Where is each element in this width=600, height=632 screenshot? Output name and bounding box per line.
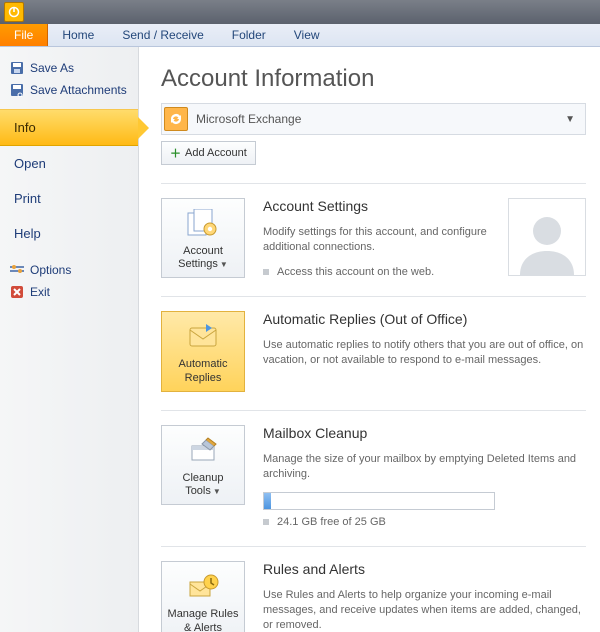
- sidebar-options[interactable]: Options: [0, 259, 138, 281]
- add-account-button[interactable]: ＋ Add Account: [161, 141, 256, 165]
- cleanup-tools-button[interactable]: Cleanup Tools▼: [161, 425, 245, 505]
- bullet-icon: [263, 269, 269, 275]
- sidebar-info[interactable]: Info: [0, 109, 138, 146]
- section-automatic-replies: Automatic Replies Automatic Replies (Out…: [161, 296, 586, 391]
- section-title: Rules and Alerts: [263, 561, 586, 577]
- section-desc: Use Rules and Alerts to help organize yo…: [263, 588, 586, 632]
- automatic-replies-icon: [164, 320, 242, 354]
- plus-icon: ＋: [170, 145, 181, 161]
- sidebar-help[interactable]: Help: [0, 216, 138, 251]
- backstage-sidebar: Save As Save Attachments Info Open Print…: [0, 47, 139, 632]
- section-rules-alerts: Manage Rules & Alerts Rules and Alerts U…: [161, 546, 586, 632]
- sidebar-open[interactable]: Open: [0, 146, 138, 181]
- chevron-down-icon: ▼: [565, 114, 579, 125]
- storage-text: 24.1 GB free of 25 GB: [277, 516, 386, 528]
- section-mailbox-cleanup: Cleanup Tools▼ Mailbox Cleanup Manage th…: [161, 410, 586, 529]
- sidebar-label: Save As: [30, 61, 74, 75]
- sidebar-save-attachments[interactable]: Save Attachments: [0, 79, 138, 101]
- big-btn-label: Manage Rules & Alerts: [168, 608, 239, 632]
- big-btn-label: Account Settings: [178, 245, 223, 270]
- storage-fill: [264, 493, 271, 509]
- sidebar-label: Save Attachments: [30, 83, 127, 97]
- app-icon[interactable]: [4, 2, 24, 22]
- storage-bar: [263, 492, 495, 510]
- automatic-replies-button[interactable]: Automatic Replies: [161, 311, 245, 391]
- section-desc: Modify settings for this account, and co…: [263, 225, 490, 255]
- section-title: Mailbox Cleanup: [263, 425, 586, 441]
- avatar: [508, 198, 586, 276]
- section-desc: Manage the size of your mailbox by empty…: [263, 452, 586, 482]
- ribbon-tabs: File Home Send / Receive Folder View: [0, 24, 600, 47]
- account-name: Microsoft Exchange: [196, 112, 301, 126]
- big-btn-label: Automatic Replies: [179, 358, 228, 383]
- sidebar-label: Exit: [30, 285, 50, 299]
- section-desc: Use automatic replies to notify others t…: [263, 338, 586, 368]
- account-settings-icon: [164, 207, 242, 241]
- page-title: Account Information: [161, 65, 586, 93]
- options-icon: [10, 263, 24, 277]
- exit-icon: [10, 285, 24, 299]
- backstage-main: Account Information Microsoft Exchange ▼…: [139, 47, 600, 632]
- tab-file[interactable]: File: [0, 24, 48, 46]
- cleanup-icon: [164, 434, 242, 468]
- tab-home[interactable]: Home: [48, 24, 108, 46]
- tab-view[interactable]: View: [280, 24, 334, 46]
- title-bar: [0, 0, 600, 24]
- add-account-label: Add Account: [185, 147, 247, 159]
- access-web-link[interactable]: Access this account on the web.: [263, 266, 490, 278]
- account-settings-button[interactable]: Account Settings▼: [161, 198, 245, 278]
- sidebar-save-as[interactable]: Save As: [0, 57, 138, 79]
- section-account-settings: Account Settings▼ Account Settings Modif…: [161, 183, 586, 278]
- dropdown-icon: ▼: [213, 487, 221, 496]
- bullet-icon: [263, 519, 269, 525]
- save-icon: [10, 61, 24, 75]
- tab-send-receive[interactable]: Send / Receive: [108, 24, 217, 46]
- section-title: Account Settings: [263, 198, 490, 214]
- attachment-icon: [10, 83, 24, 97]
- bullet-label: Access this account on the web.: [277, 266, 434, 278]
- sidebar-exit[interactable]: Exit: [0, 281, 138, 303]
- account-selector[interactable]: Microsoft Exchange ▼: [161, 103, 586, 135]
- exchange-icon: [164, 107, 188, 131]
- manage-rules-button[interactable]: Manage Rules & Alerts: [161, 561, 245, 632]
- sidebar-print[interactable]: Print: [0, 181, 138, 216]
- sidebar-label: Options: [30, 263, 71, 277]
- rules-icon: [164, 570, 242, 604]
- section-title: Automatic Replies (Out of Office): [263, 311, 586, 327]
- dropdown-icon: ▼: [220, 260, 228, 269]
- tab-folder[interactable]: Folder: [218, 24, 280, 46]
